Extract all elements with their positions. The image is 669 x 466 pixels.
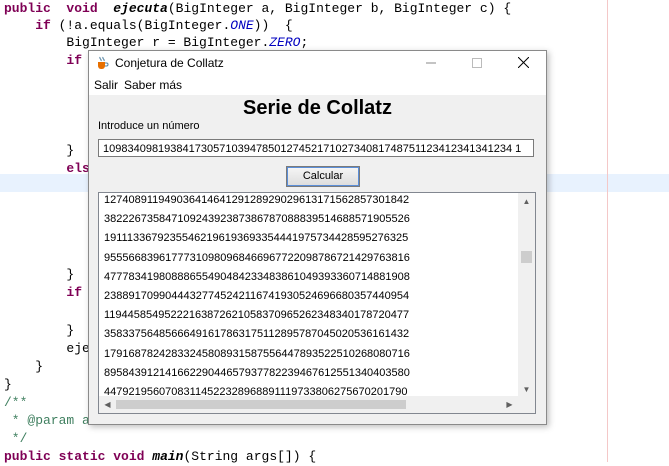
- code-token: ;: [300, 35, 309, 50]
- output-line: 1274089119490364146412912892902961317156…: [104, 194, 410, 206]
- code-line: }: [4, 358, 43, 376]
- code-token: * @param a: [4, 413, 90, 428]
- code-token: }: [4, 359, 44, 374]
- menu-salir[interactable]: Salir: [94, 75, 118, 95]
- title-bar[interactable]: Conjetura de Collatz: [89, 51, 546, 75]
- calcular-button[interactable]: Calcular: [286, 166, 360, 187]
- code-token: }: [4, 323, 75, 338]
- code-token: ONE: [230, 18, 254, 33]
- code-token: if: [66, 53, 83, 68]
- code-token: void: [66, 1, 98, 16]
- vertical-scrollbar[interactable]: ▲ ▼: [518, 193, 535, 398]
- code-token: public: [4, 1, 51, 16]
- code-token: (BigInteger a, BigInteger b, BigInteger …: [167, 1, 512, 16]
- scroll-right-icon[interactable]: ▶: [501, 396, 518, 413]
- window-title: Conjetura de Collatz: [115, 56, 224, 70]
- output-line: 3583375648566649161786317511289578704502…: [104, 328, 410, 341]
- scroll-left-icon[interactable]: ◀: [99, 396, 116, 413]
- output-line: 1194458549522216387262105837096526234834…: [104, 309, 410, 322]
- code-line: if: [4, 284, 82, 302]
- scroll-corner: [518, 396, 535, 413]
- input-label: Introduce un número: [98, 120, 200, 132]
- maximize-icon: [472, 58, 482, 68]
- page-title: Serie de Collatz: [243, 97, 392, 119]
- output-line: 8958439121416622904465793778223946761255…: [104, 366, 410, 379]
- code-token: eje: [4, 341, 90, 356]
- code-token: els: [66, 161, 90, 176]
- code-line: els: [4, 160, 90, 178]
- output-line: 9555668396177731098096846696772209878672…: [104, 251, 410, 264]
- maximize-button[interactable]: [454, 51, 500, 75]
- code-token: BigInteger r = BigInteger.: [4, 35, 270, 50]
- java-cup-icon: [98, 56, 109, 69]
- menu-bar: Salir Saber más: [89, 75, 546, 95]
- minimize-button[interactable]: [408, 51, 454, 75]
- code-token: )) {: [253, 18, 293, 33]
- minimize-icon: [426, 62, 436, 64]
- close-button[interactable]: [500, 51, 546, 75]
- code-line: */: [4, 430, 28, 448]
- scroll-up-icon[interactable]: ▲: [518, 193, 535, 210]
- code-token: ZERO: [269, 35, 301, 50]
- code-token: if: [35, 18, 51, 33]
- code-token: (!a.equals(BigInteger.: [50, 18, 231, 33]
- code-token: }: [4, 143, 75, 158]
- code-token: ejecuta: [113, 1, 168, 16]
- horizontal-scroll-thumb[interactable]: [116, 400, 406, 409]
- code-line: /**: [4, 394, 27, 412]
- code-line: }: [4, 376, 12, 394]
- close-icon: [517, 56, 529, 69]
- number-input[interactable]: 1098340981938417305710394785012745217102…: [98, 139, 534, 157]
- code-line: public static void main(String args[]) {: [4, 448, 316, 466]
- code-token: */: [4, 431, 28, 446]
- code-line: }: [4, 266, 74, 284]
- code-line: * @param a: [4, 412, 90, 430]
- code-line: }: [4, 322, 74, 340]
- code-token: /**: [4, 395, 28, 410]
- output-line: 4777834198088865549048423348386104939336…: [104, 270, 410, 283]
- code-line: if: [4, 52, 82, 70]
- horizontal-scrollbar[interactable]: ◀ ▶: [99, 396, 518, 413]
- output-line: 1911133679235546219619369335444197573442…: [104, 232, 409, 245]
- menu-saber-mas[interactable]: Saber más: [124, 75, 182, 95]
- print-margin-line: [607, 0, 608, 462]
- output-textarea[interactable]: 1274089119490364146412912892902961317156…: [98, 192, 536, 414]
- output-line: 2388917099044432774524211674193052469668…: [104, 290, 410, 302]
- output-line: 3822267358471092439238738678708883951468…: [104, 213, 410, 226]
- collatz-dialog: Conjetura de Collatz Salir Saber más Ser…: [88, 50, 547, 425]
- code-line: if (!a.equals(BigInteger.ONE)) {: [4, 17, 293, 35]
- code-token: }: [4, 267, 75, 282]
- code-token: if: [66, 285, 83, 300]
- vertical-scroll-thumb[interactable]: [521, 251, 532, 263]
- code-line: public void ejecuta(BigInteger a, BigInt…: [4, 0, 511, 18]
- code-line: }: [4, 142, 74, 160]
- output-line: 1791687824283324580893158755644789352251…: [104, 347, 410, 360]
- code-line: eje: [4, 340, 90, 358]
- code-token: }: [4, 377, 12, 392]
